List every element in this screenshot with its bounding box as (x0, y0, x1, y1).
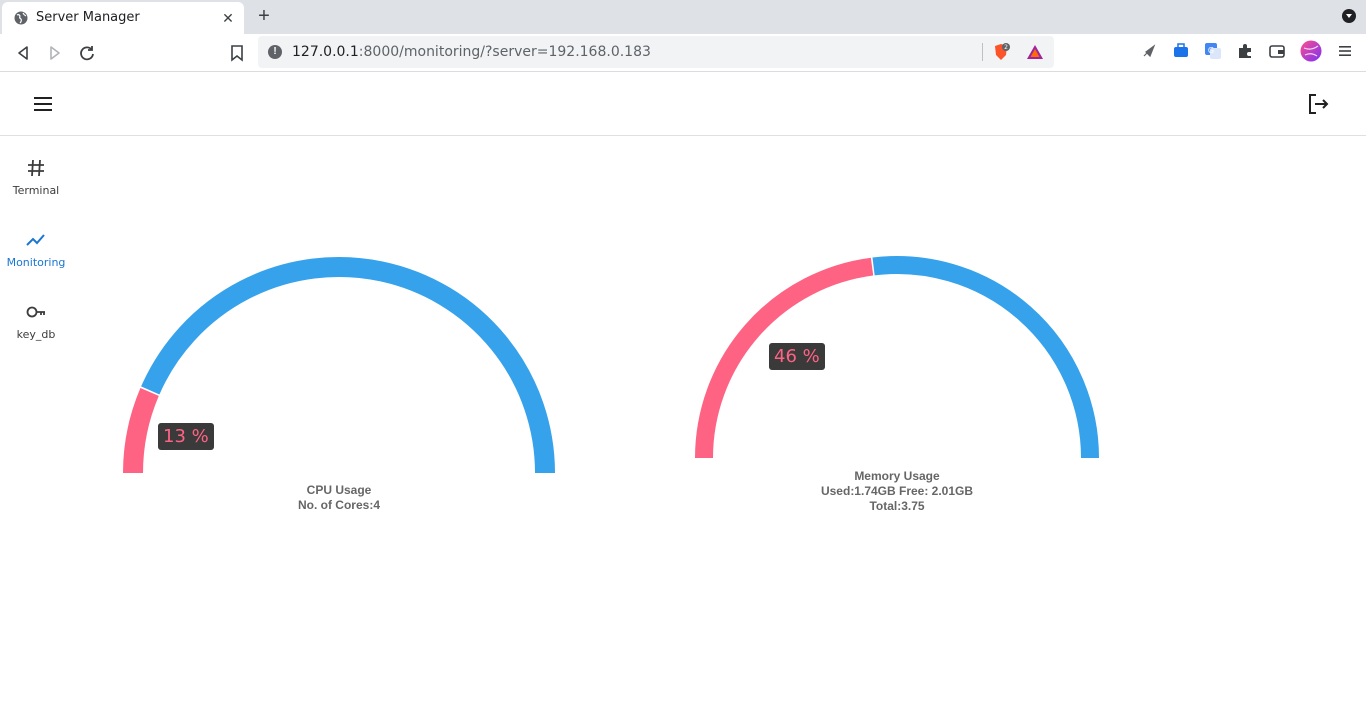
key-icon (26, 306, 45, 318)
cpu-used-arc (123, 388, 159, 474)
url-text: 127.0.0.1:8000/monitoring/?server=192.16… (292, 44, 651, 60)
reload-icon[interactable] (76, 42, 98, 64)
cpu-caption: CPU Usage No. of Cores:4 (240, 483, 438, 513)
profile-avatar-icon[interactable] (1300, 40, 1322, 62)
memory-free-arc (872, 256, 1099, 459)
back-icon[interactable] (12, 42, 34, 64)
browser-tab[interactable]: Server Manager ✕ (2, 2, 244, 34)
svg-text:G: G (1208, 46, 1214, 55)
globe-icon (14, 11, 28, 25)
bookmark-icon[interactable] (226, 42, 248, 64)
side-navigation: Terminal Monitoring key_db (0, 137, 72, 727)
app-header (0, 72, 1366, 136)
memory-total: Total:3.75 (869, 499, 925, 513)
nav-label-terminal: Terminal (12, 184, 60, 197)
cpu-cores: No. of Cores:4 (297, 498, 380, 512)
browser-tab-bar: Server Manager ✕ + (0, 0, 1366, 34)
cpu-percent-tooltip: 13 % (158, 423, 214, 450)
brave-rewards-icon[interactable] (1026, 43, 1044, 61)
extension-toolbox-icon[interactable] (1172, 42, 1190, 60)
memory-usage-gauge: 46 % Memory Usage Used:1.74GB Free: 2.01… (684, 245, 1114, 515)
tab-search-icon[interactable] (1342, 9, 1356, 23)
memory-percent-tooltip: 46 % (769, 343, 825, 370)
nav-item-terminal[interactable]: Terminal (0, 141, 72, 201)
forward-icon[interactable] (44, 42, 66, 64)
cpu-title: CPU Usage (306, 483, 372, 497)
nav-label-monitoring: Monitoring (6, 256, 66, 269)
address-bar[interactable]: ! 127.0.0.1:8000/monitoring/?server=192.… (258, 36, 1054, 68)
wallet-icon[interactable] (1268, 42, 1286, 60)
trending-up-icon (26, 234, 45, 246)
nav-label-key-db: key_db (16, 328, 56, 341)
extension-rocket-icon[interactable] (1140, 42, 1158, 60)
memory-gauge-chart (695, 256, 1099, 459)
hamburger-menu-icon[interactable] (32, 94, 56, 114)
close-tab-icon[interactable]: ✕ (218, 8, 238, 28)
nav-item-key-db[interactable]: key_db (0, 285, 72, 345)
nav-item-monitoring[interactable]: Monitoring (0, 213, 72, 273)
hash-icon (28, 159, 44, 177)
memory-title: Memory Usage (854, 469, 940, 483)
cpu-usage-gauge: 13 % CPU Usage No. of Cores:4 (110, 245, 570, 515)
extensions-puzzle-icon[interactable] (1236, 42, 1254, 60)
browser-menu-icon[interactable] (1336, 42, 1354, 60)
memory-used-free: Used:1.74GB Free: 2.01GB (820, 484, 974, 498)
site-info-icon[interactable]: ! (268, 45, 282, 59)
browser-toolbar: ! 127.0.0.1:8000/monitoring/?server=192.… (0, 34, 1366, 72)
tab-title: Server Manager (36, 10, 140, 25)
logout-icon[interactable] (1306, 92, 1330, 116)
memory-caption: Memory Usage Used:1.74GB Free: 2.01GB To… (784, 469, 1010, 514)
brave-shields-icon[interactable]: 2 (992, 43, 1010, 61)
brave-shields-count: 2 (1004, 44, 1008, 51)
google-translate-icon[interactable]: G (1204, 42, 1222, 60)
new-tab-button[interactable]: + (254, 6, 274, 26)
url-divider (982, 43, 983, 61)
